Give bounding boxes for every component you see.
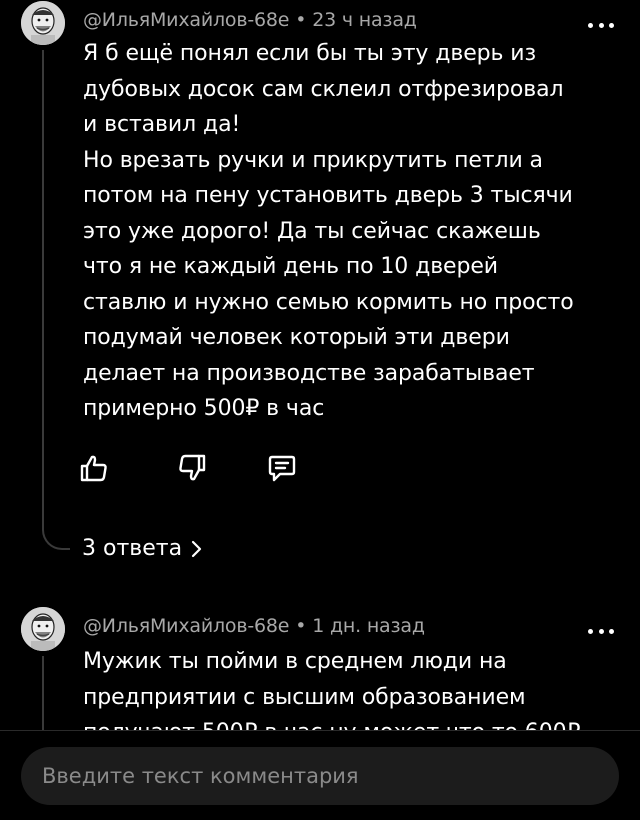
separator: • [295, 615, 307, 637]
thread-line [42, 656, 44, 736]
avatar[interactable] [21, 607, 65, 651]
timestamp: 1 дн. назад [312, 615, 425, 637]
comment-composer [0, 730, 640, 820]
comment-2: @ИльяМихайлов-68е • 1 дн. назад Мужик ты п… [0, 0, 640, 745]
more-horizontal-icon [588, 628, 593, 634]
comment-meta: @ИльяМихайлов-68е • 1 дн. назад [83, 615, 425, 637]
author-name[interactable]: @ИльяМихайлов-68е [83, 615, 289, 637]
comment-input[interactable] [21, 747, 619, 805]
more-options-button[interactable] [588, 624, 614, 638]
